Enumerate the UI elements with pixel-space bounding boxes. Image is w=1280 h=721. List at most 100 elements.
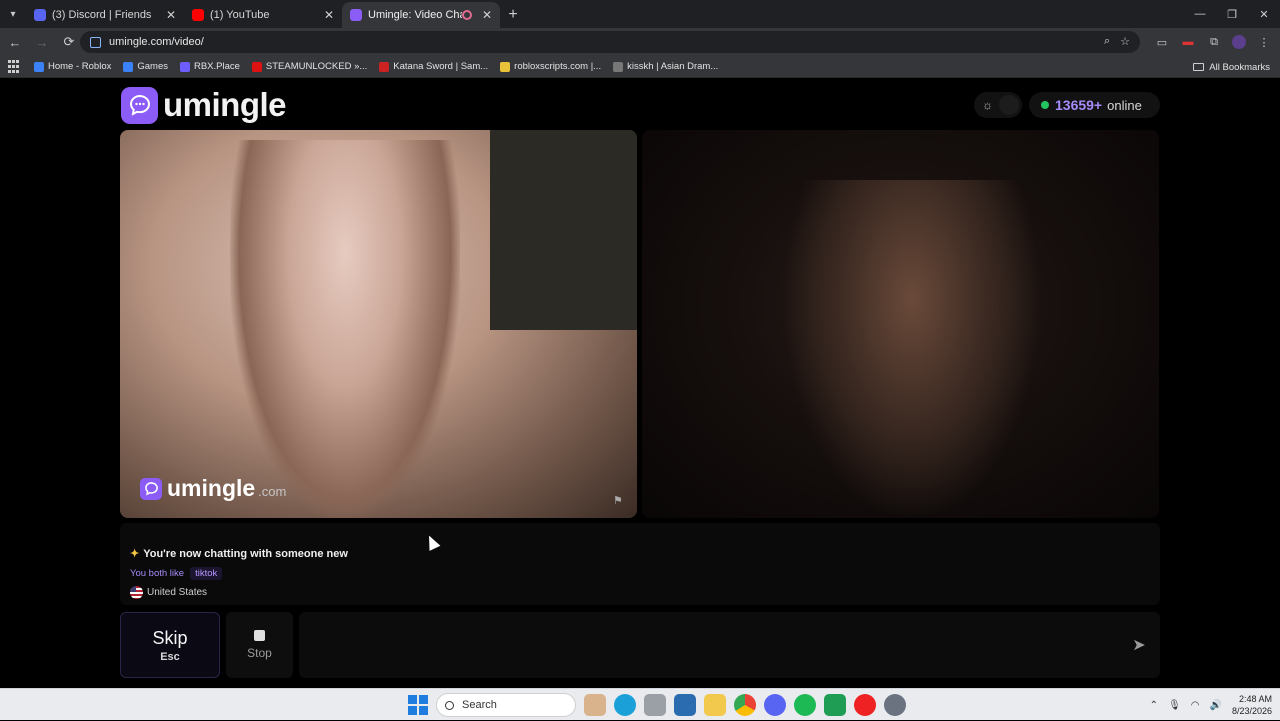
interest-tag: tiktok (190, 567, 223, 580)
stop-square-icon (254, 630, 265, 641)
online-status-dot-icon (1041, 101, 1049, 109)
window-controls: — ❐ ✕ (1184, 0, 1280, 28)
profile-avatar-icon[interactable] (1232, 35, 1246, 49)
chrome-app-icon[interactable] (734, 694, 756, 716)
toggle-knob (999, 95, 1019, 115)
clock-time: 2:48 AM (1238, 694, 1272, 704)
search-icon (445, 700, 454, 710)
skip-label: Skip (152, 627, 188, 648)
video-watermark: umingle .com (140, 475, 286, 502)
background-window (490, 130, 637, 330)
tab-discord[interactable]: (3) Discord | Friends ✕ (26, 2, 184, 28)
chat-status-panel: ✦ You're now chatting with someone new Y… (120, 523, 1160, 605)
tab-close-icon[interactable]: ✕ (324, 8, 334, 22)
bookmark-label: Games (137, 61, 168, 72)
restore-button[interactable]: ❐ (1216, 0, 1248, 28)
bookmark-rbx-place[interactable]: RBX.Place (179, 61, 240, 72)
message-box: ➤ (299, 612, 1160, 678)
browser-menu-icon[interactable]: ⋮ (1256, 34, 1272, 50)
bookmark-home-roblox[interactable]: Home - Roblox (34, 61, 111, 72)
bookmark-games[interactable]: Games (123, 61, 168, 72)
bookmark-katana-sword[interactable]: Katana Sword | Sam... (379, 61, 488, 72)
tray-overflow-chevron-icon[interactable]: ⌃ (1150, 700, 1158, 711)
clock[interactable]: 2:48 AM 8/23/2026 (1232, 693, 1272, 717)
zoom-icon[interactable]: ⌕ (1104, 35, 1110, 48)
bookmark-star-icon[interactable]: ☆ (1120, 35, 1130, 48)
file-explorer-icon[interactable] (704, 694, 726, 716)
discord-app-icon[interactable] (764, 694, 786, 716)
reload-button[interactable]: ⟳ (57, 30, 81, 54)
tab-search-chevron-icon[interactable]: ▾ (0, 0, 26, 28)
bookmark-robloxscripts[interactable]: robloxscripts.com |... (500, 61, 601, 72)
extension-icon[interactable]: ▭ (1154, 34, 1170, 50)
discord-favicon-icon (34, 9, 46, 21)
stranger-country: United States (130, 586, 1150, 599)
watermark-domain: .com (258, 484, 287, 499)
stranger-person (230, 140, 460, 518)
send-icon[interactable]: ➤ (1128, 634, 1150, 656)
edge-app-icon[interactable] (614, 694, 636, 716)
theme-toggle[interactable]: ☼ (974, 92, 1022, 118)
back-button[interactable]: ← (3, 30, 27, 54)
robloxscripts-icon (500, 61, 511, 72)
photos-app-icon[interactable] (584, 694, 606, 716)
extensions-puzzle-icon[interactable]: ⧉ (1206, 34, 1222, 50)
address-bar[interactable]: umingle.com/video/ ⌕ ☆ (80, 31, 1140, 53)
opera-app-icon[interactable] (854, 694, 876, 716)
tab-umingle[interactable]: Umingle: Video Chat with S ✕ (342, 2, 500, 28)
status-line: ✦ You're now chatting with someone new (130, 547, 1150, 561)
volume-icon[interactable]: 🔊 (1210, 700, 1222, 711)
stranger-video: umingle .com ⚑ (120, 130, 637, 518)
wifi-icon[interactable]: ◠ (1191, 700, 1200, 711)
windows-taskbar: Search ⌃ 🎙 ◠ 🔊 2:48 AM 8/23/2026 (0, 688, 1280, 720)
green-app-icon[interactable] (824, 694, 846, 716)
games-icon (123, 61, 134, 72)
store-app-icon[interactable] (674, 694, 696, 716)
close-window-button[interactable]: ✕ (1248, 0, 1280, 28)
site-info-icon[interactable] (90, 36, 101, 48)
self-video (642, 130, 1159, 518)
roblox-icon (34, 61, 44, 72)
all-bookmarks-button[interactable]: All Bookmarks (1193, 56, 1270, 78)
tab-close-icon[interactable]: ✕ (166, 8, 176, 22)
skip-button[interactable]: Skip Esc (120, 612, 220, 678)
system-tray: ⌃ 🎙 ◠ 🔊 2:48 AM 8/23/2026 (1150, 689, 1272, 721)
umingle-favicon-icon (350, 9, 362, 21)
extension-red-icon[interactable]: ▬ (1180, 34, 1196, 50)
all-bookmarks-label: All Bookmarks (1209, 61, 1270, 73)
tab-close-icon[interactable]: ✕ (482, 8, 492, 22)
status-message: You're now chatting with someone new (143, 547, 348, 560)
tab-youtube[interactable]: (1) YouTube ✕ (184, 2, 342, 28)
sun-icon: ☼ (982, 98, 993, 112)
bookmark-label: robloxscripts.com |... (514, 61, 602, 72)
katana-icon (379, 61, 390, 72)
bookmark-kisskh[interactable]: kisskh | Asian Dram... (613, 61, 718, 72)
settings-app-icon[interactable] (884, 694, 906, 716)
stop-label: Stop (247, 646, 272, 660)
site-logo[interactable]: umingle (121, 86, 287, 124)
bookmark-label: kisskh | Asian Dram... (627, 61, 719, 72)
microphone-icon[interactable]: 🎙 (1168, 700, 1181, 711)
forward-button[interactable]: → (30, 30, 54, 54)
kisskh-icon (613, 61, 624, 72)
apps-grid-icon[interactable] (8, 59, 22, 74)
clock-date: 8/23/2026 (1231, 706, 1272, 716)
report-flag-icon[interactable]: ⚑ (613, 494, 625, 507)
chat-bubble-logo-icon (121, 86, 158, 124)
minimize-button[interactable]: — (1184, 0, 1216, 28)
self-person (782, 180, 1042, 518)
mouse-app-icon[interactable] (644, 694, 666, 716)
sparkle-icon: ✦ (130, 548, 140, 560)
folder-icon (1193, 63, 1205, 71)
message-input[interactable] (299, 612, 1079, 678)
bookmark-label: STEAMUNLOCKED »... (265, 61, 368, 72)
new-tab-button[interactable]: + (500, 2, 526, 28)
stop-button[interactable]: Stop (226, 612, 293, 678)
bookmark-label: RBX.Place (193, 61, 240, 72)
steamunlocked-icon (251, 61, 262, 72)
windows-start-icon[interactable] (408, 695, 428, 715)
bookmark-steamunlocked[interactable]: STEAMUNLOCKED »... (251, 61, 368, 72)
watermark-name: umingle (167, 475, 256, 501)
spotify-app-icon[interactable] (794, 694, 816, 716)
taskbar-search[interactable]: Search (436, 693, 576, 717)
